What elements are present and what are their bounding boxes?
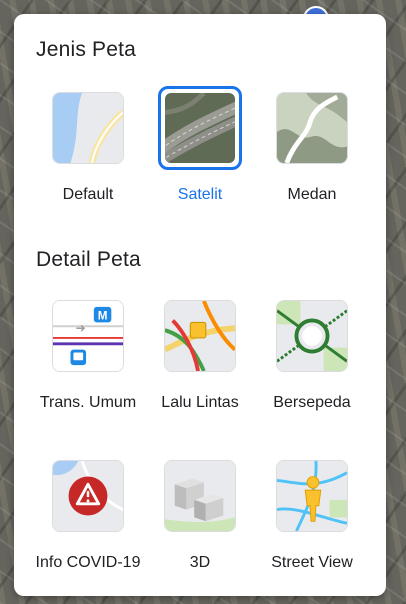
- detail-3d[interactable]: 3D: [140, 460, 260, 572]
- satellite-map-icon: [158, 86, 242, 170]
- map-type-title: Jenis Peta: [36, 38, 137, 61]
- transit-icon: M: [52, 300, 124, 372]
- satellite-label: Satelit: [177, 186, 223, 203]
- layers-panel: Jenis Peta Default Satelit Medan Detail …: [14, 14, 386, 596]
- traffic-label: Lalu Lintas: [161, 394, 239, 411]
- svg-text:M: M: [98, 309, 108, 322]
- bicycling-label: Bersepeda: [273, 394, 351, 411]
- traffic-icon: [164, 300, 236, 372]
- detail-traffic[interactable]: Lalu Lintas: [140, 300, 260, 412]
- map-type-terrain[interactable]: Medan: [252, 92, 372, 204]
- street-view-icon: [276, 460, 348, 532]
- detail-bicycling[interactable]: Bersepeda: [252, 300, 372, 412]
- detail-street-view[interactable]: Street View: [252, 460, 372, 572]
- map-type-default[interactable]: Default: [28, 92, 148, 204]
- terrain-label: Medan: [287, 186, 337, 203]
- default-label: Default: [62, 186, 114, 203]
- default-map-icon: [52, 92, 124, 164]
- street-view-label: Street View: [271, 554, 353, 571]
- bicycling-icon: [276, 300, 348, 372]
- map-detail-title: Detail Peta: [36, 248, 141, 271]
- map-type-satellite[interactable]: Satelit: [140, 86, 260, 204]
- 3d-buildings-icon: [164, 460, 236, 532]
- terrain-map-icon: [276, 92, 348, 164]
- 3d-label: 3D: [189, 554, 211, 571]
- covid-info-icon: [52, 460, 124, 532]
